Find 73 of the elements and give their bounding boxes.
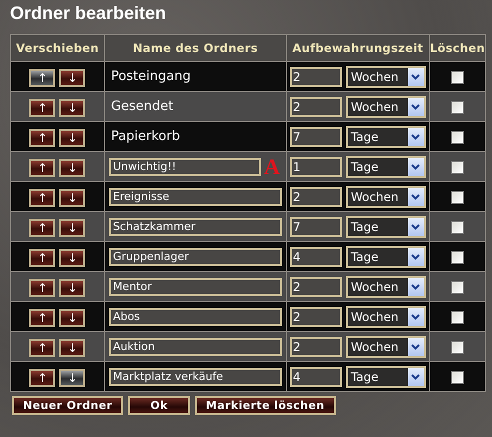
retention-field[interactable]: 2 xyxy=(290,306,342,326)
move-up-button[interactable]: ↑ xyxy=(29,128,56,146)
delete-checkbox[interactable] xyxy=(450,161,464,174)
retention-field[interactable]: 2 xyxy=(290,276,342,296)
unit-dropdown[interactable]: Tage xyxy=(346,156,426,178)
move-up-button[interactable]: ↑ xyxy=(29,188,56,206)
retention-field[interactable]: 1 xyxy=(290,156,342,176)
marker-letter: A xyxy=(264,156,280,178)
delete-checkbox[interactable] xyxy=(450,191,464,204)
move-up-button[interactable]: ↑ xyxy=(29,278,56,296)
folder-name-field[interactable]: Auktion xyxy=(108,338,282,356)
folder-name: Posteingang xyxy=(110,69,191,84)
move-up-button[interactable]: ↑ xyxy=(29,218,56,236)
folder-name-field[interactable]: Abos xyxy=(108,308,282,326)
delete-checkbox[interactable] xyxy=(450,281,464,294)
move-up-button[interactable]: ↑ xyxy=(29,248,56,266)
retention-field[interactable]: 7 xyxy=(290,126,342,146)
unit-dropdown[interactable]: Tage xyxy=(346,366,426,388)
move-down-button[interactable]: ↓ xyxy=(59,308,86,326)
delete-checkbox[interactable] xyxy=(450,371,464,384)
unit-dropdown[interactable]: Wochen xyxy=(346,306,426,328)
delete-checkbox[interactable] xyxy=(450,71,464,84)
retention-field[interactable]: 2 xyxy=(290,96,342,116)
folder-name: Papierkorb xyxy=(110,129,180,144)
retention-field[interactable]: 2 xyxy=(290,66,342,86)
delete-checkbox[interactable] xyxy=(450,311,464,324)
column-header: Löschen xyxy=(429,34,486,62)
unit-dropdown[interactable]: Wochen xyxy=(346,66,426,88)
folder-name-field[interactable]: Ereignisse xyxy=(108,188,282,206)
retention-field[interactable]: 7 xyxy=(290,216,342,236)
move-up-button[interactable]: ↑ xyxy=(29,158,56,176)
move-up-button[interactable]: ↑ xyxy=(29,338,56,356)
page-title: Ordner bearbeiten xyxy=(10,3,168,24)
delete-checkbox[interactable] xyxy=(450,101,464,114)
column-header: Name des Ordners xyxy=(104,34,286,62)
delete-checkbox[interactable] xyxy=(450,341,464,354)
unit-dropdown[interactable]: Wochen xyxy=(346,186,426,208)
move-up-button[interactable]: ↑ xyxy=(29,308,56,326)
folder-name-field[interactable]: Marktplatz verkäufe xyxy=(108,368,282,386)
move-up-button[interactable]: ↑ xyxy=(29,98,56,116)
move-down-button[interactable]: ↓ xyxy=(59,248,86,266)
folder-name-field[interactable]: Schatzkammer xyxy=(108,218,282,236)
move-down-button[interactable]: ↓ xyxy=(59,188,86,206)
unit-dropdown[interactable]: Wochen xyxy=(346,336,426,358)
folder-name-field[interactable]: Gruppenlager xyxy=(108,248,282,266)
unit-dropdown[interactable]: Wochen xyxy=(346,96,426,118)
unit-dropdown[interactable]: Tage xyxy=(346,126,426,148)
column-header: Aufbewahrungszeit xyxy=(286,34,430,62)
delete-checkbox[interactable] xyxy=(450,131,464,144)
delete-checkbox[interactable] xyxy=(450,221,464,234)
move-down-button[interactable]: ↓ xyxy=(59,158,86,176)
unit-dropdown[interactable]: Tage xyxy=(346,246,426,268)
unit-dropdown[interactable]: Tage xyxy=(346,216,426,238)
retention-field[interactable]: 4 xyxy=(290,246,342,266)
move-down-button[interactable]: ↓ xyxy=(59,338,86,356)
unit-dropdown[interactable]: Wochen xyxy=(346,276,426,298)
move-down-button[interactable]: ↓ xyxy=(59,128,86,146)
column-header: Verschieben xyxy=(10,34,104,62)
retention-field[interactable]: 2 xyxy=(290,186,342,206)
move-down-button[interactable]: ↓ xyxy=(59,218,86,236)
move-down-button[interactable]: ↓ xyxy=(59,278,86,296)
move-down-button[interactable]: ↓ xyxy=(59,68,86,86)
folder-name: Gesendet xyxy=(110,99,174,114)
move-down-button[interactable]: ↓ xyxy=(59,98,86,116)
folder-name-field[interactable]: Unwichtig!! xyxy=(108,158,261,176)
folder-name-field[interactable]: Mentor xyxy=(108,278,282,296)
action-button[interactable]: Neuer Ordner xyxy=(12,396,124,415)
delete-checkbox[interactable] xyxy=(450,251,464,264)
retention-field[interactable]: 4 xyxy=(290,366,342,386)
move-up-button[interactable]: ↑ xyxy=(29,368,56,386)
action-button[interactable]: Markierte löschen xyxy=(194,396,336,415)
retention-field[interactable]: 2 xyxy=(290,336,342,356)
action-button[interactable]: Ok xyxy=(128,396,190,415)
